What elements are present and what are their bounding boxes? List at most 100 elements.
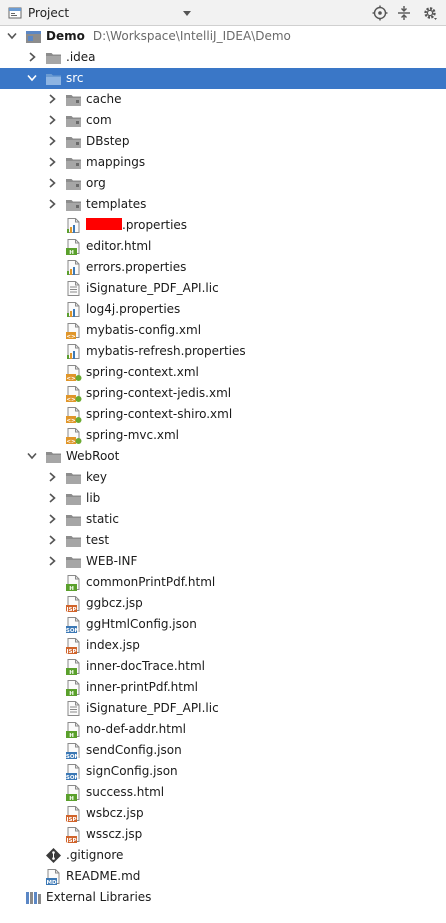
tree-row[interactable]: Demo D:\Workspace\IntelliJ_IDEA\Demo — [0, 26, 446, 47]
chevron-down-icon[interactable] — [6, 29, 18, 43]
tree-item-label: spring-mvc.xml — [86, 428, 179, 443]
tree-row[interactable]: templates — [0, 194, 446, 215]
tree-row[interactable]: lib — [0, 488, 446, 509]
tree-item-text: success.html — [86, 785, 165, 799]
tree-row[interactable]: Hno-def-addr.html — [0, 719, 446, 740]
tree-row[interactable]: Hinner-docTrace.html — [0, 656, 446, 677]
tree-row[interactable]: JSP wsbcz.jsp — [0, 803, 446, 824]
tree-row[interactable]: Hsuccess.html — [0, 782, 446, 803]
tree-row[interactable]: JSP wsscz.jsp — [0, 824, 446, 845]
tree-item-label: key — [86, 470, 107, 485]
tree-item-text: WebRoot — [66, 449, 120, 463]
tree-row[interactable]: External Libraries — [0, 887, 446, 908]
chevron-right-icon[interactable] — [46, 155, 58, 169]
tree-item-label: com — [86, 113, 112, 128]
svg-text:JSP: JSP — [65, 607, 76, 612]
tree-item-label: no-def-addr.html — [86, 722, 186, 737]
tree-row[interactable]: key — [0, 467, 446, 488]
tree-item-text: cache — [86, 92, 122, 106]
folder-icon — [66, 515, 81, 526]
tree-row[interactable]: <> spring-context-jedis.xml — [0, 383, 446, 404]
tree-row[interactable]: WEB-INF — [0, 551, 446, 572]
tree-row[interactable]: JSON ggHtmlConfig.json — [0, 614, 446, 635]
html-file-icon: H — [66, 680, 80, 696]
project-view-selector[interactable]: Project — [8, 4, 69, 22]
tree-item-label: templates — [86, 197, 146, 212]
tree-row[interactable]: src — [0, 68, 446, 89]
chevron-right-icon[interactable] — [46, 92, 58, 106]
tree-row[interactable]: errors.properties — [0, 257, 446, 278]
chevron-right-icon[interactable] — [26, 50, 38, 64]
json-file-icon: JSON — [65, 617, 80, 633]
tree-row[interactable]: <> spring-context-shiro.xml — [0, 404, 446, 425]
tree-row[interactable]: mybatis-refresh.properties — [0, 341, 446, 362]
folder-icon — [66, 557, 81, 568]
settings-icon[interactable] — [422, 5, 438, 21]
chevron-down-icon[interactable] — [26, 449, 38, 463]
tree-item-label: wsscz.jsp — [86, 827, 142, 842]
chevron-right-icon[interactable] — [46, 197, 58, 211]
tree-row[interactable]: mappings — [0, 152, 446, 173]
tree-row[interactable]: <> spring-context.xml — [0, 362, 446, 383]
tree-item-text: signConfig.json — [86, 764, 178, 778]
tree-row[interactable]: log4j.properties — [0, 299, 446, 320]
tree-row[interactable]: com — [0, 110, 446, 131]
chevron-right-icon[interactable] — [46, 554, 58, 568]
tree-row[interactable]: <> mybatis-config.xml — [0, 320, 446, 341]
tree-row[interactable]: Heditor.html — [0, 236, 446, 257]
tree-row[interactable]: JSON sendConfig.json — [0, 740, 446, 761]
chevron-right-icon[interactable] — [46, 134, 58, 148]
properties-file-icon — [67, 218, 80, 233]
tree-item-label: .gitignore — [66, 848, 123, 863]
jsp-file-icon: JSP — [65, 596, 80, 612]
tree-row[interactable]: JSON signConfig.json — [0, 761, 446, 782]
package-icon — [66, 95, 81, 106]
tree-item-text: README.md — [66, 869, 141, 883]
tree-row[interactable]: DBstep — [0, 131, 446, 152]
tree-row[interactable]: iSignature_PDF_API.lic — [0, 278, 446, 299]
tree-row[interactable]: MD README.md — [0, 866, 446, 887]
chevron-down-icon[interactable] — [26, 71, 38, 85]
tree-item-label: success.html — [86, 785, 164, 800]
chevron-right-icon[interactable] — [46, 512, 58, 526]
tree-row[interactable]: <> spring-mvc.xml — [0, 425, 446, 446]
project-tree: Demo D:\Workspace\IntelliJ_IDEA\Demo .idea… — [0, 26, 446, 923]
tree-row[interactable]: cache — [0, 89, 446, 110]
chevron-right-icon[interactable] — [46, 176, 58, 190]
tree-row[interactable]: test — [0, 530, 446, 551]
chevron-right-icon[interactable] — [46, 113, 58, 127]
tree-row[interactable]: .properties — [0, 215, 446, 236]
redaction-block — [86, 218, 122, 230]
tree-item-label: static — [86, 512, 119, 527]
tree-row[interactable]: iSignature_PDF_API.lic — [0, 698, 446, 719]
tree-item-text: .properties — [122, 218, 188, 232]
svg-text:JSP: JSP — [65, 649, 76, 654]
svg-text:JSP: JSP — [65, 838, 76, 843]
text-file-icon — [67, 281, 80, 296]
tree-item-label: index.jsp — [86, 638, 140, 653]
svg-text:<>: <> — [66, 397, 76, 402]
tree-row[interactable]: WebRoot — [0, 446, 446, 467]
svg-text:<>: <> — [66, 334, 76, 339]
tree-row[interactable]: org — [0, 173, 446, 194]
tree-row[interactable]: JSP ggbcz.jsp — [0, 593, 446, 614]
tree-row[interactable]: JSP index.jsp — [0, 635, 446, 656]
tree-row[interactable]: .gitignore — [0, 845, 446, 866]
folder-icon — [46, 452, 61, 463]
tree-row[interactable]: static — [0, 509, 446, 530]
locate-icon[interactable] — [372, 5, 388, 21]
properties-file-icon — [67, 260, 80, 275]
tree-item-label: inner-docTrace.html — [86, 659, 205, 674]
chevron-right-icon[interactable] — [46, 470, 58, 484]
tree-row[interactable]: .idea — [0, 47, 446, 68]
chevron-right-icon[interactable] — [46, 533, 58, 547]
tree-row[interactable]: Hinner-printPdf.html — [0, 677, 446, 698]
package-icon — [66, 158, 81, 169]
folder-icon — [46, 53, 61, 64]
collapse-all-icon[interactable] — [396, 5, 412, 21]
chevron-right-icon[interactable] — [46, 491, 58, 505]
dropdown-arrow-icon[interactable] — [180, 6, 194, 20]
tree-row[interactable]: HcommonPrintPdf.html — [0, 572, 446, 593]
tree-item-text: errors.properties — [86, 260, 187, 274]
tree-item-label: spring-context-jedis.xml — [86, 386, 231, 401]
